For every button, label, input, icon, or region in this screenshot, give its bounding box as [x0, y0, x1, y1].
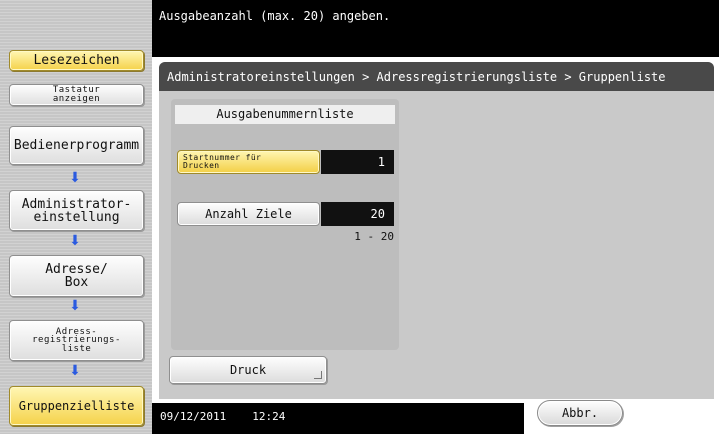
- step-gruppenzielliste[interactable]: Gruppenzielliste: [9, 386, 144, 426]
- start-number-button[interactable]: Startnummer für Drucken: [177, 150, 320, 174]
- arrow-down-icon: ⬇: [69, 363, 81, 379]
- target-count-value: 20: [321, 202, 394, 226]
- breadcrumb: Administratoreinstellungen > Adressregis…: [159, 62, 714, 91]
- cancel-button[interactable]: Abbr.: [537, 400, 623, 426]
- arrow-down-icon: ⬇: [69, 298, 81, 314]
- target-count-range: 1 - 20: [354, 230, 394, 243]
- step-administrator-einstellung[interactable]: Administrator- einstellung: [9, 190, 144, 231]
- arrow-down-icon: ⬇: [69, 233, 81, 249]
- target-count-button[interactable]: Anzahl Ziele: [177, 202, 320, 226]
- output-number-list-panel: Ausgabenummernliste Startnummer für Druc…: [171, 99, 399, 350]
- corner-mark-icon: [314, 371, 322, 379]
- status-date: 09/12/2011: [160, 410, 227, 423]
- main-panel: Administratoreinstellungen > Adressregis…: [159, 62, 714, 399]
- print-button-label: Druck: [229, 363, 267, 377]
- message-bar: Ausgabeanzahl (max. 20) angeben.: [152, 0, 719, 57]
- step-adressregistrierungsliste[interactable]: Adress- registrierungs- liste: [9, 320, 144, 361]
- print-button[interactable]: Druck: [169, 356, 327, 384]
- show-keyboard-button[interactable]: Tastatur anzeigen: [9, 84, 144, 106]
- sidebar: Lesezeichen Tastatur anzeigen Bedienerpr…: [0, 0, 152, 434]
- list-title: Ausgabenummernliste: [175, 105, 395, 124]
- step-bedienerprogramm[interactable]: Bedienerprogramm: [9, 126, 144, 165]
- step-adresse-box[interactable]: Adresse/ Box: [9, 255, 144, 297]
- start-number-value: 1: [321, 150, 394, 174]
- status-bar: 09/12/2011 12:24: [152, 403, 524, 434]
- bookmark-button[interactable]: Lesezeichen: [9, 50, 144, 71]
- instruction-text: Ausgabeanzahl (max. 20) angeben.: [159, 9, 391, 23]
- arrow-down-icon: ⬇: [69, 170, 81, 186]
- status-time: 12:24: [252, 410, 286, 423]
- cancel-button-label: Abbr.: [561, 406, 599, 420]
